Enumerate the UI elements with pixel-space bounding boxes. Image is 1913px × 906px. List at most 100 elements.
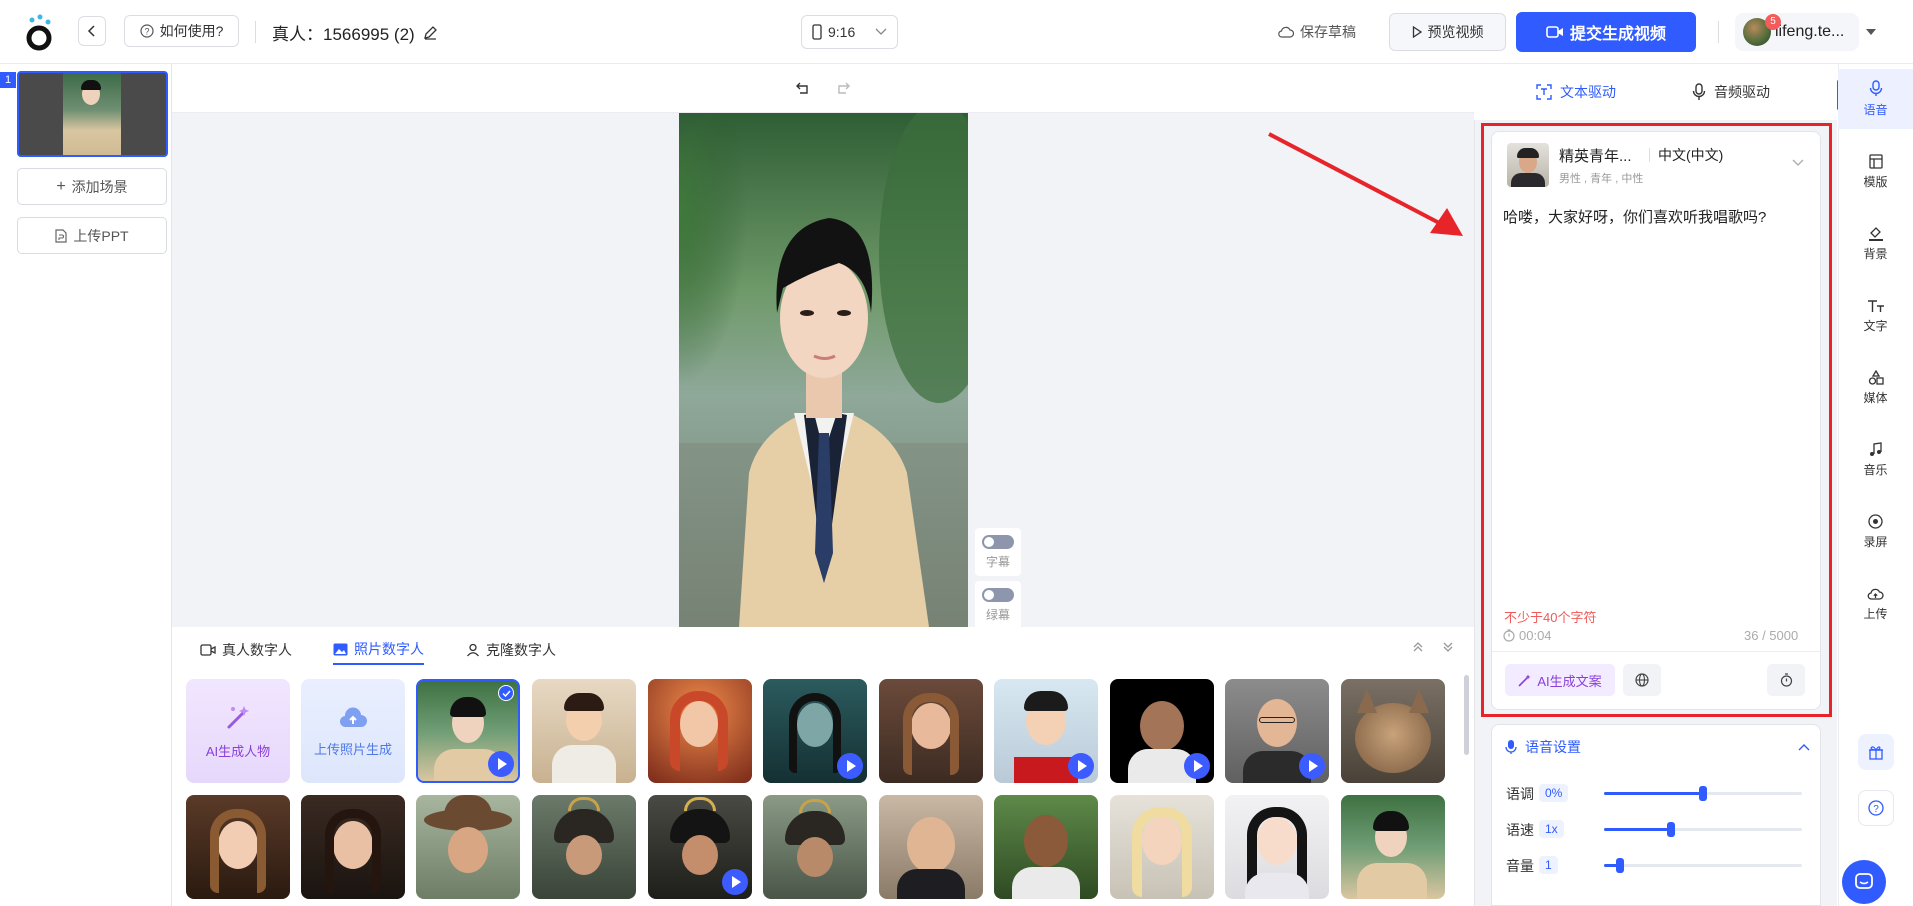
submit-video-button[interactable]: 提交生成视频 — [1516, 12, 1696, 52]
divider — [255, 21, 256, 43]
play-preview-icon[interactable] — [1068, 753, 1094, 779]
project-title[interactable]: 真人：1566995 (2) — [272, 21, 438, 44]
notification-badge: 5 — [1765, 14, 1781, 30]
rail-item-voice[interactable]: 语音 — [1838, 69, 1913, 129]
rail-item-text-label: 文字 — [1863, 318, 1888, 333]
chevron-down-icon[interactable] — [1866, 29, 1876, 36]
rail-item-text[interactable]: 文字 — [1838, 286, 1913, 346]
avatar-card[interactable] — [1341, 795, 1445, 899]
avatar-card[interactable] — [1225, 795, 1329, 899]
scene-thumbnail[interactable] — [17, 71, 168, 157]
avatar-card[interactable] — [994, 795, 1098, 899]
avatar-card[interactable] — [648, 679, 752, 783]
gift-button[interactable] — [1858, 734, 1894, 770]
add-scene-button[interactable]: + 添加场景 — [17, 168, 167, 205]
save-draft-button[interactable]: 保存草稿 — [1278, 20, 1356, 44]
avatar-card[interactable] — [532, 679, 636, 783]
greenscreen-switch[interactable] — [982, 587, 1014, 602]
pitch-value: 0% — [1539, 784, 1569, 802]
play-preview-icon[interactable] — [837, 753, 863, 779]
rail-item-background[interactable]: 背景 — [1838, 214, 1913, 274]
ai-generate-avatar-label: AI生成人物 — [205, 743, 271, 759]
avatar-card[interactable] — [186, 795, 290, 899]
rail-item-upload[interactable]: 上传 — [1838, 574, 1913, 634]
volume-slider[interactable] — [1604, 858, 1802, 873]
submit-video-label: 提交生成视频 — [1569, 26, 1666, 43]
pitch-slider[interactable] — [1604, 786, 1802, 801]
avatar-card[interactable] — [1110, 679, 1214, 783]
upload-photo-generate-button[interactable]: 上传照片生成 — [301, 679, 405, 783]
phone-portrait-icon — [812, 24, 822, 40]
back-button[interactable] — [78, 16, 106, 46]
tab-real-avatar[interactable]: 真人数字人 — [200, 635, 292, 665]
cloud-icon — [1278, 26, 1294, 38]
play-preview-icon[interactable] — [1299, 753, 1325, 779]
subtitle-toggle[interactable]: 字幕 — [975, 528, 1021, 576]
speed-slider-handle[interactable] — [1667, 822, 1676, 837]
ai-generate-avatar-button[interactable]: AI生成人物 — [186, 679, 290, 783]
preview-video-button[interactable]: 预览视频 — [1389, 13, 1506, 51]
app-logo[interactable] — [24, 14, 54, 52]
play-preview-icon[interactable] — [1184, 753, 1210, 779]
pitch-slider-handle[interactable] — [1699, 786, 1707, 801]
avatar-card-selected[interactable] — [416, 679, 520, 783]
question-circle-icon: ? — [139, 24, 154, 38]
rail-item-upload-label: 上传 — [1863, 606, 1888, 621]
collapse-up-icon[interactable] — [1412, 641, 1424, 653]
expand-down-icon[interactable] — [1442, 641, 1454, 653]
avatar-card[interactable] — [1110, 795, 1214, 899]
chat-support-button[interactable] — [1842, 860, 1886, 904]
help-button[interactable]: ? 如何使用? — [124, 15, 239, 47]
rail-item-record[interactable]: 录屏 — [1838, 502, 1913, 562]
help-circle-button[interactable]: ? — [1858, 790, 1894, 826]
avatar-card[interactable] — [532, 795, 636, 899]
avatar-card[interactable] — [648, 795, 752, 899]
avatar-card[interactable] — [1225, 679, 1329, 783]
avatar-card[interactable] — [879, 795, 983, 899]
rail-item-music[interactable]: 音乐 — [1838, 430, 1913, 490]
tab-audio-drive[interactable]: 音频驱动 — [1692, 82, 1770, 102]
svg-text:?: ? — [1873, 804, 1879, 815]
scrollbar[interactable] — [1464, 675, 1469, 755]
avatar-card[interactable] — [763, 679, 867, 783]
redo-icon[interactable] — [836, 81, 850, 95]
upload-cloud-icon — [1867, 588, 1884, 600]
avatar-card[interactable] — [416, 795, 520, 899]
subtitle-switch[interactable] — [982, 534, 1014, 549]
avatar-card[interactable] — [763, 795, 867, 899]
mic-icon — [1869, 80, 1882, 96]
user-menu[interactable]: 5 lifeng.te... — [1735, 13, 1859, 51]
annotation-arrow — [1268, 132, 1463, 236]
tab-clone-avatar-label: 克隆数字人 — [486, 642, 556, 658]
avatar-card[interactable] — [1341, 679, 1445, 783]
speed-slider[interactable] — [1604, 822, 1802, 837]
rail-item-template[interactable]: 模版 — [1838, 142, 1913, 202]
avatar-card[interactable] — [301, 795, 405, 899]
record-icon — [1868, 514, 1883, 529]
play-preview-icon[interactable] — [722, 869, 748, 895]
tab-clone-avatar[interactable]: 克隆数字人 — [466, 635, 556, 665]
avatar-preview-image[interactable] — [679, 113, 968, 627]
username: lifeng.te... — [1775, 23, 1845, 40]
paint-bucket-icon — [1868, 227, 1883, 241]
voice-settings-header[interactable]: 语音设置 — [1505, 736, 1810, 758]
upload-ppt-button[interactable]: 上传PPT — [17, 217, 167, 254]
voice-settings-title: 语音设置 — [1525, 739, 1581, 755]
volume-slider-handle[interactable] — [1615, 858, 1624, 873]
edit-pencil-icon[interactable] — [423, 25, 438, 40]
chevron-left-icon — [87, 25, 95, 37]
greenscreen-toggle[interactable]: 绿幕 — [975, 581, 1021, 629]
tab-text-drive[interactable]: 文本驱动 — [1536, 82, 1616, 102]
music-icon — [1869, 442, 1882, 456]
play-preview-icon[interactable] — [488, 751, 514, 777]
canvas-toolbar — [172, 64, 1474, 113]
text-icon — [1867, 299, 1884, 312]
avatar-card[interactable] — [879, 679, 983, 783]
undo-icon[interactable] — [796, 81, 810, 95]
aspect-ratio-select[interactable]: 9:16 — [801, 15, 898, 49]
rail-item-media[interactable]: 媒体 — [1838, 358, 1913, 418]
rail-item-background-label: 背景 — [1863, 247, 1888, 261]
magic-wand-icon — [227, 705, 249, 728]
avatar-card[interactable] — [994, 679, 1098, 783]
tab-photo-avatar[interactable]: 照片数字人 — [333, 635, 424, 665]
